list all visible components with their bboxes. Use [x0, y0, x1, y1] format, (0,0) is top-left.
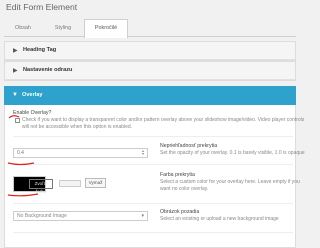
- annotation-color-underline: [7, 193, 39, 197]
- annotation-marks: [7, 115, 39, 197]
- annotation-check-mark: [8, 115, 20, 119]
- annotation-opacity-underline: [7, 162, 35, 166]
